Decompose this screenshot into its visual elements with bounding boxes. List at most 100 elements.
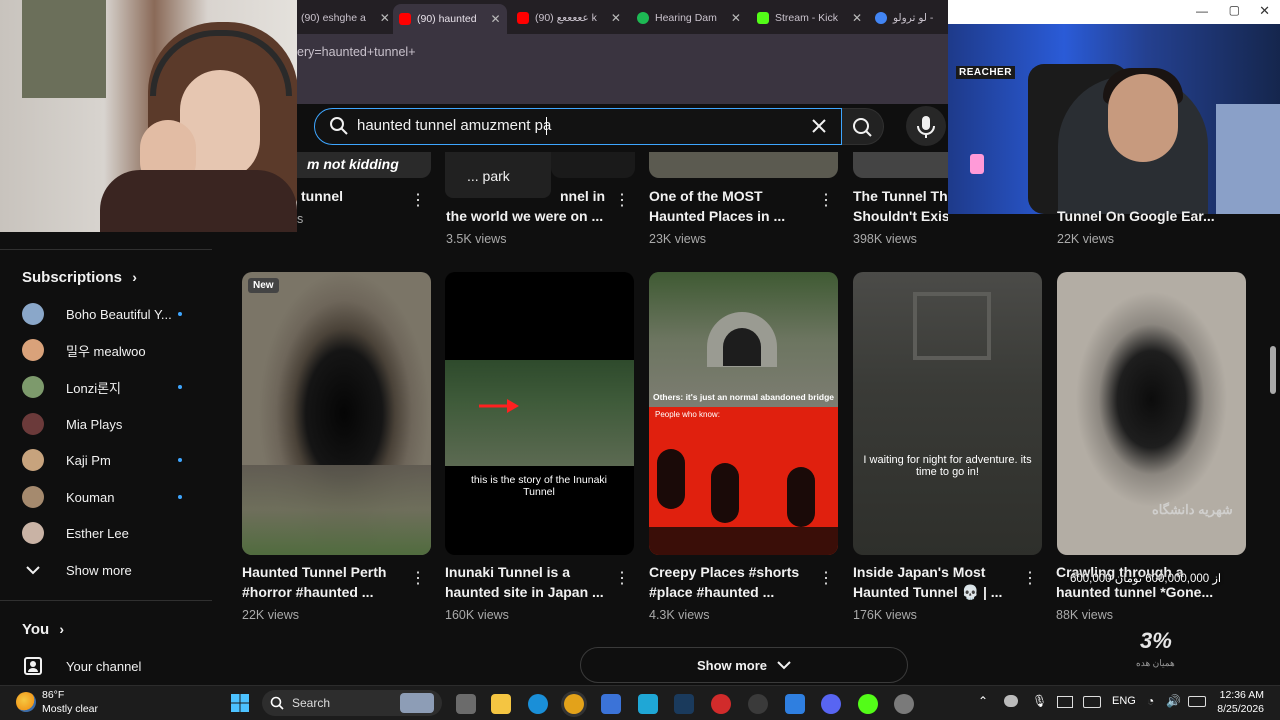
chrome-icon[interactable] — [564, 694, 584, 714]
steam-icon[interactable] — [674, 694, 694, 714]
tab-label: (90) عععععع k — [535, 12, 597, 24]
video-title[interactable]: Tunnel On Google Ear... — [1057, 206, 1227, 226]
more-options-icon[interactable]: ⋮ — [614, 193, 630, 209]
app-icon[interactable] — [638, 694, 658, 714]
sidebar-item-kaji-pm[interactable]: Kaji Pm — [22, 448, 182, 472]
sidebar-item-mealwoo[interactable]: 밀우 mealwoo — [22, 338, 146, 362]
app-icon[interactable] — [711, 694, 731, 714]
tab-5[interactable]: Stream - Kick ✕ — [757, 6, 862, 30]
wall-poster — [22, 0, 106, 98]
video-title[interactable]: One of the MOST Haunted Places in ... — [649, 186, 819, 226]
more-options-icon[interactable]: ⋮ — [818, 571, 834, 587]
scrollbar-thumb[interactable] — [1270, 346, 1276, 394]
video-thumbnail[interactable]: شهریه دانشگاه — [1057, 272, 1246, 555]
video-title[interactable]: Inside Japan's Most Haunted Tunnel 💀 | ..… — [853, 562, 1013, 602]
video-views: s — [297, 212, 304, 226]
close-icon[interactable]: ✕ — [491, 12, 501, 26]
close-icon[interactable]: ✕ — [1259, 3, 1270, 19]
show-more-label: Show more — [696, 657, 768, 673]
sidebar-item-esther-lee[interactable]: Esther Lee — [22, 521, 129, 545]
video-thumbnail[interactable]: this is the story of the Inunaki Tunnel — [445, 272, 634, 555]
search-icon — [330, 117, 348, 135]
chevron-up-icon[interactable]: ⌃ — [978, 694, 988, 708]
video-thumbnail[interactable] — [853, 152, 948, 178]
more-options-icon[interactable]: ⋮ — [818, 193, 834, 209]
edge-icon[interactable] — [528, 694, 548, 714]
video-title[interactable]: Creepy Places #shorts #place #haunted ... — [649, 562, 809, 602]
tab-1[interactable]: (90) eshghe a ✕ — [301, 6, 390, 30]
video-thumbnail[interactable] — [551, 152, 635, 178]
taskbar: 86°F Mostly clear Search ⌃ 🎙 ENG ◔ 🔊 12:… — [0, 685, 1280, 720]
close-icon[interactable]: ✕ — [611, 11, 621, 25]
keyboard-icon[interactable] — [1083, 696, 1101, 708]
video-title[interactable]: Haunted Tunnel Perth #horror #haunted ... — [242, 562, 402, 602]
app-icon[interactable] — [748, 694, 768, 714]
voice-search-button[interactable] — [906, 106, 946, 146]
video-thumbnail[interactable]: I waiting for night for adventure. its t… — [853, 272, 1042, 555]
volume-icon[interactable]: 🔊 — [1166, 694, 1181, 708]
url-text: ery=haunted+tunnel+ — [297, 45, 416, 59]
language-indicator[interactable]: ENG — [1112, 695, 1136, 707]
weather-desc: Mostly clear — [42, 703, 99, 715]
close-icon[interactable]: ✕ — [380, 11, 390, 25]
taskbar-search[interactable]: Search — [262, 690, 442, 716]
more-options-icon[interactable]: ⋮ — [614, 571, 630, 587]
video-title[interactable]: tunnel — [301, 186, 461, 206]
avatar — [22, 339, 44, 361]
video-thumbnail[interactable] — [649, 152, 838, 178]
video-title[interactable]: Inunaki Tunnel is a haunted site in Japan… — [445, 562, 605, 602]
app-icon[interactable] — [785, 694, 805, 714]
windows-start-icon[interactable] — [230, 693, 250, 713]
video-title[interactable]: The Tunnel ThaShouldn't Exist... — [853, 186, 948, 226]
battery-icon[interactable] — [1188, 696, 1206, 707]
subscriptions-heading[interactable]: Subscriptions › — [22, 269, 137, 286]
search-suggestion[interactable]: ... park — [467, 168, 510, 184]
clock-time[interactable]: 12:36 AM — [1212, 689, 1264, 701]
more-options-icon[interactable]: ⋮ — [1022, 571, 1038, 587]
close-icon[interactable] — [809, 116, 829, 136]
sidebar-show-more[interactable]: Show more — [22, 558, 132, 582]
sidebar-item-boho[interactable]: Boho Beautiful Y... — [22, 302, 182, 326]
search-input[interactable] — [357, 117, 797, 134]
file-explorer-icon[interactable] — [491, 694, 511, 714]
show-more-button[interactable]: Show more — [580, 647, 908, 683]
sidebar-item-your-channel[interactable]: Your channel — [22, 654, 141, 678]
wifi-icon[interactable]: ◔ — [1147, 694, 1154, 708]
settings-icon[interactable] — [894, 694, 914, 714]
sidebar-item-mia-plays[interactable]: Mia Plays — [22, 412, 122, 436]
store-icon[interactable] — [601, 694, 621, 714]
video-title[interactable]: the world we were on ... — [446, 206, 616, 226]
tab-2-active[interactable]: (90) haunted ✕ — [393, 4, 507, 34]
microphone-icon[interactable]: 🎙 — [1032, 694, 1047, 708]
more-options-icon[interactable]: ⋮ — [410, 571, 426, 587]
tab-bar: (90) eshghe a ✕ (90) haunted ✕ (90) عععع… — [297, 0, 948, 34]
channel-label: Your channel — [66, 658, 142, 674]
minimize-icon[interactable]: — — [1196, 4, 1208, 18]
microphone-icon — [917, 116, 935, 138]
more-options-icon[interactable]: ⋮ — [410, 193, 426, 209]
sidebar-item-kouman[interactable]: Kouman — [22, 485, 182, 509]
tab-3[interactable]: (90) عععععع k ✕ — [517, 6, 621, 30]
task-view-icon[interactable] — [456, 694, 476, 714]
video-thumbnail[interactable]: New — [242, 272, 431, 555]
display-icon[interactable] — [1057, 696, 1073, 708]
tunnel-opening — [723, 328, 761, 366]
kick-icon[interactable] — [858, 694, 878, 714]
discord-icon[interactable] — [821, 694, 841, 714]
search-button[interactable] — [842, 108, 884, 145]
weather-icon[interactable] — [16, 692, 36, 712]
video-thumbnail[interactable]: m not kidding — [297, 152, 431, 178]
video-title[interactable]: nnel in — [560, 186, 620, 206]
video-thumbnail[interactable]: Others: it's just an normal abandoned br… — [649, 272, 838, 555]
channel-name: Kaji Pm — [66, 452, 111, 468]
close-icon[interactable]: ✕ — [852, 11, 862, 25]
close-icon[interactable]: ✕ — [731, 11, 741, 25]
maximize-icon[interactable]: ▢ — [1229, 3, 1240, 17]
sidebar-item-lonzi[interactable]: Lonzi론지 — [22, 375, 182, 399]
clock-date[interactable]: 8/25/2026 — [1212, 703, 1264, 715]
video-views: 23K views — [649, 232, 706, 246]
tab-4[interactable]: Hearing Dam ✕ — [637, 6, 741, 30]
tab-6[interactable]: لو ترولو - — [875, 6, 933, 30]
cloud-icon[interactable] — [1004, 695, 1018, 707]
you-heading[interactable]: You › — [22, 621, 64, 638]
